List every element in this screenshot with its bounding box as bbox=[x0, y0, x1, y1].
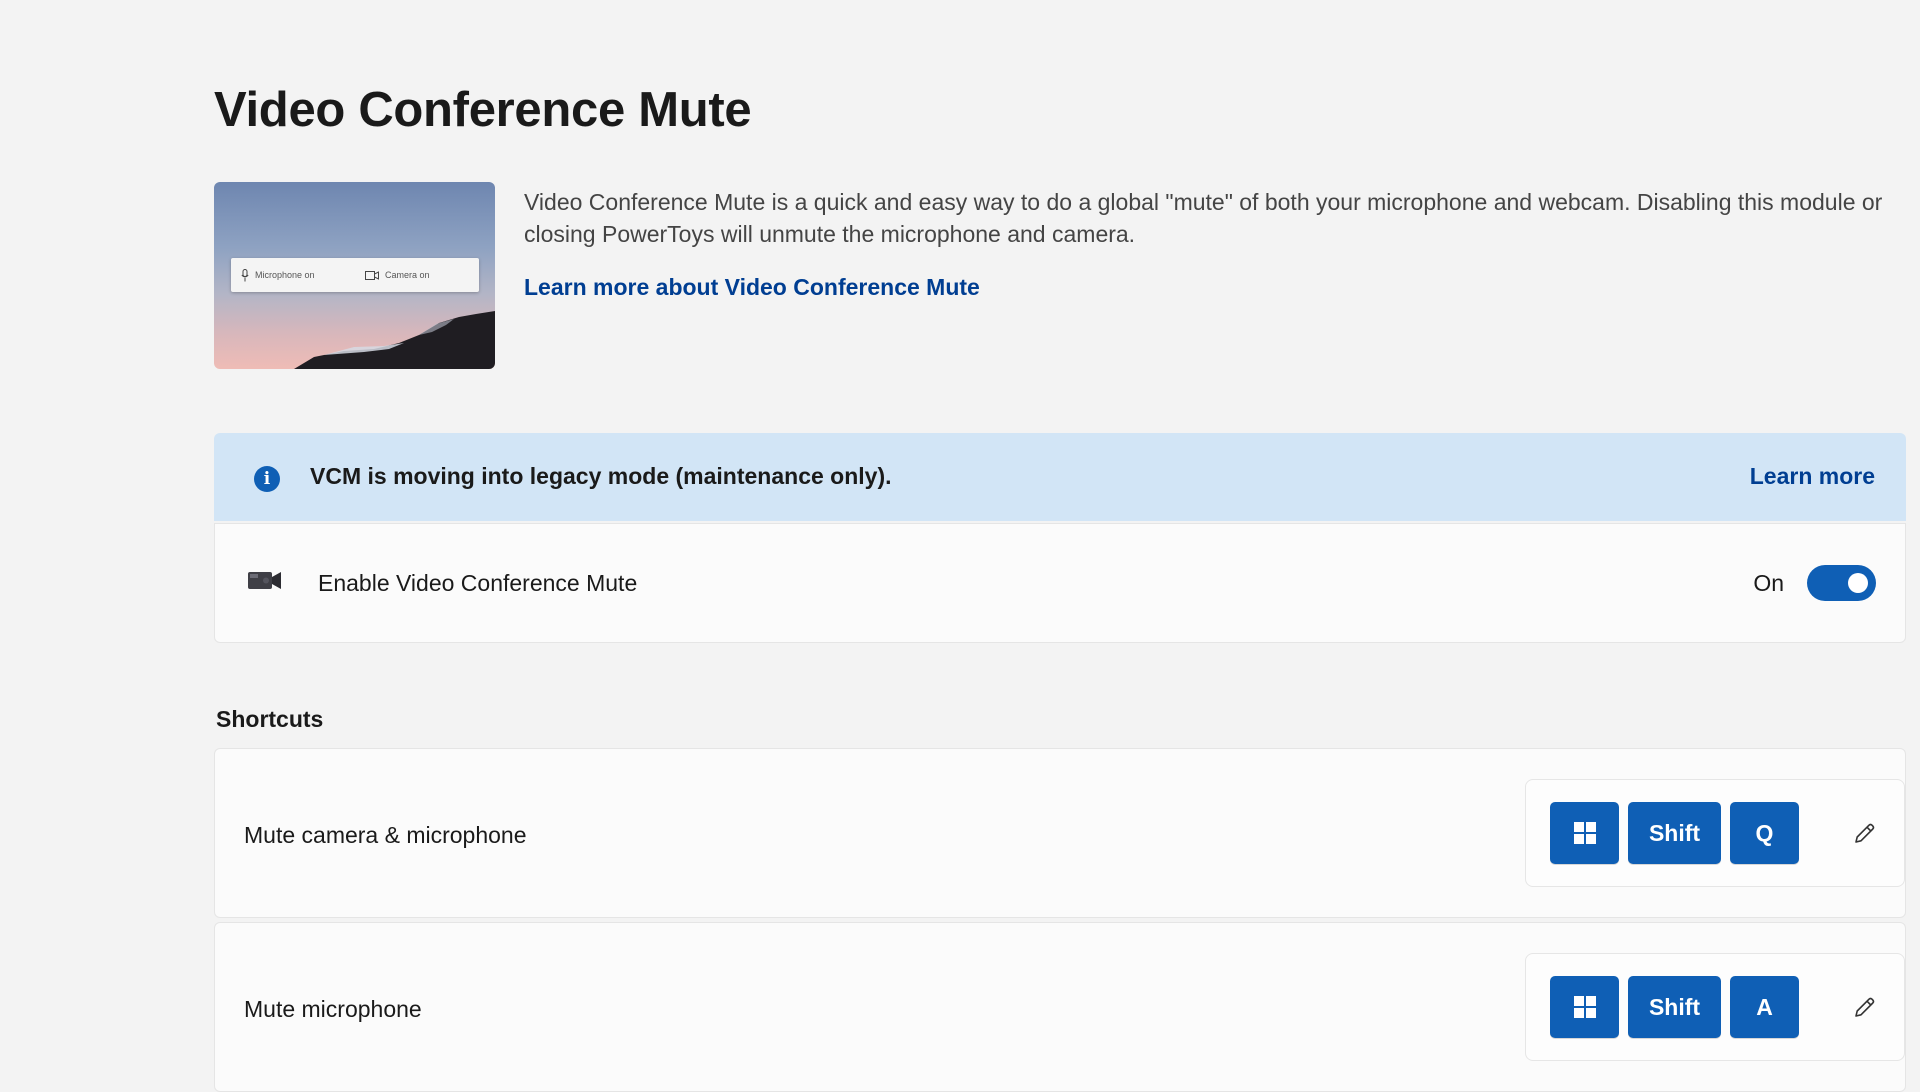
hero-image-camera-label: Camera on bbox=[385, 270, 430, 280]
infobar-message: VCM is moving into legacy mode (maintena… bbox=[310, 463, 892, 489]
learn-more-vcm-link[interactable]: Learn more about Video Conference Mute bbox=[524, 274, 980, 301]
enable-vcm-label: Enable Video Conference Mute bbox=[318, 570, 638, 596]
shortcut-keys: Shift Q bbox=[1525, 779, 1905, 887]
key-windows[interactable] bbox=[1550, 802, 1619, 864]
windows-logo-icon bbox=[1573, 822, 1596, 844]
camera-icon bbox=[365, 270, 379, 280]
windows-logo-icon bbox=[1573, 996, 1596, 1018]
key-letter[interactable]: A bbox=[1730, 976, 1799, 1038]
page-title: Video Conference Mute bbox=[214, 83, 752, 137]
hero-image-toolbar: Microphone on Camera on bbox=[231, 258, 479, 292]
shortcut-label: Mute camera & microphone bbox=[244, 822, 527, 848]
video-camera-icon bbox=[248, 572, 281, 589]
hero-image-mic-label: Microphone on bbox=[255, 270, 315, 280]
settings-page: Video Conference Mute Microphone on Came… bbox=[214, 0, 1906, 1092]
pencil-icon bbox=[1855, 823, 1875, 843]
key-letter[interactable]: Q bbox=[1730, 802, 1799, 864]
key-shift[interactable]: Shift bbox=[1628, 976, 1721, 1038]
info-icon: i bbox=[254, 466, 280, 492]
shortcut-row-mute-camera-microphone: Mute camera & microphone Shift Q bbox=[214, 748, 1906, 918]
key-shift[interactable]: Shift bbox=[1628, 802, 1721, 864]
edit-shortcut-button[interactable] bbox=[1848, 818, 1880, 850]
enable-vcm-toggle[interactable] bbox=[1807, 565, 1876, 601]
enable-vcm-card: Enable Video Conference Mute On bbox=[214, 523, 1906, 643]
legacy-mode-infobar: i VCM is moving into legacy mode (mainte… bbox=[214, 433, 1906, 521]
toggle-knob bbox=[1848, 573, 1868, 593]
module-description: Video Conference Mute is a quick and eas… bbox=[524, 189, 1883, 247]
infobar-learn-more-link[interactable]: Learn more bbox=[1750, 463, 1875, 490]
enable-vcm-state: On bbox=[1753, 570, 1784, 596]
shortcut-row-mute-microphone: Mute microphone Shift A bbox=[214, 922, 1906, 1092]
shortcut-keys: Shift A bbox=[1525, 953, 1905, 1061]
edit-shortcut-button[interactable] bbox=[1848, 992, 1880, 1024]
module-hero: Microphone on Camera on Video Conference… bbox=[214, 182, 1906, 370]
hero-image: Microphone on Camera on bbox=[214, 182, 495, 369]
mountain-silhouette bbox=[294, 311, 495, 369]
key-windows[interactable] bbox=[1550, 976, 1619, 1038]
pencil-icon bbox=[1855, 997, 1875, 1017]
microphone-icon bbox=[241, 268, 249, 281]
shortcuts-section-title: Shortcuts bbox=[216, 706, 324, 732]
shortcut-label: Mute microphone bbox=[244, 996, 422, 1022]
